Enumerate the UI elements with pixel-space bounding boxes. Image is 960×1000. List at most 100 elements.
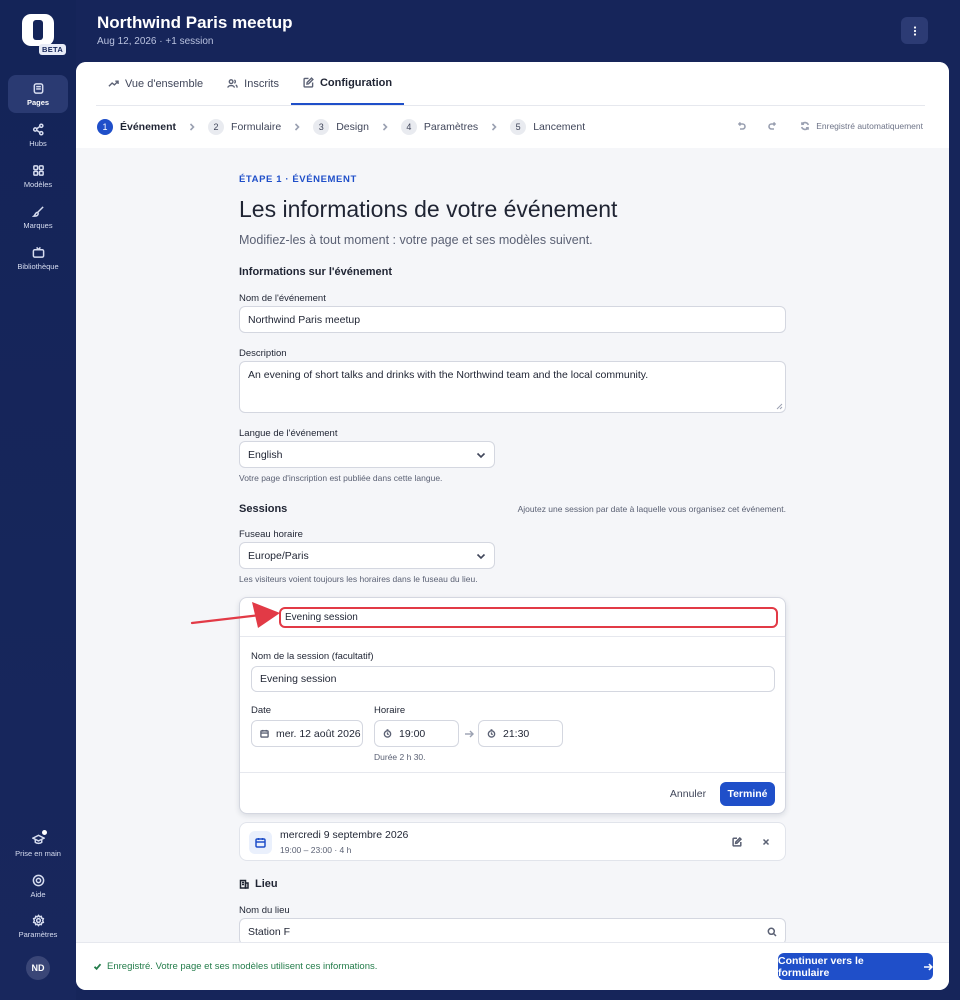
date-value: mer. 12 août 2026: [276, 727, 361, 740]
tab-label: Inscrits: [244, 77, 279, 90]
calendar-icon: [255, 838, 266, 848]
nav-item-hubs[interactable]: Hubs: [8, 116, 68, 154]
page-title: Northwind Paris meetup: [97, 13, 293, 32]
tab-label: Vue d'ensemble: [125, 77, 204, 90]
continue-button[interactable]: Continuer vers le formulaire: [778, 953, 933, 980]
nav-item-marques[interactable]: Marques: [8, 198, 68, 236]
stepper: 1 Événement 2 Formulaire 3 Design 4 Para…: [97, 119, 585, 135]
step-parametres[interactable]: 4 Paramètres: [400, 119, 478, 135]
app-logo[interactable]: [22, 14, 54, 46]
tab-inscrits[interactable]: Inscrits: [215, 62, 291, 105]
session-header-name-value: Evening session: [285, 612, 358, 623]
timezone-select[interactable]: Europe/Paris: [239, 542, 495, 569]
nav-label: Pages: [26, 98, 50, 107]
end-time-value: 21:30: [503, 727, 530, 740]
sessions-title: Sessions: [239, 503, 288, 515]
chevron-right-icon: [478, 123, 510, 131]
duration-text: Durée 2 h 30.: [374, 752, 426, 762]
share-icon: [31, 122, 45, 136]
language-hint: Votre page d'inscription est publiée dan…: [239, 473, 443, 483]
user-avatar[interactable]: ND: [26, 956, 50, 980]
more-vertical-icon: [913, 25, 916, 36]
venue-name-value: Station F: [248, 925, 291, 938]
divider: [240, 636, 785, 637]
venue-section-label: Lieu: [255, 878, 278, 890]
autosave-status: Enregistré automatiquement: [736, 121, 923, 131]
search-icon: [767, 927, 777, 937]
nav-label: Bibliothèque: [17, 262, 59, 271]
start-time-value: 19:00: [399, 727, 426, 740]
language-select[interactable]: English: [239, 441, 495, 468]
language-value: English: [248, 448, 283, 461]
saved-text: Enregistré. Votre page et ses modèles ut…: [107, 961, 378, 972]
brush-icon: [31, 204, 45, 218]
event-name-input[interactable]: Northwind Paris meetup: [239, 306, 786, 333]
nav-item-aide[interactable]: Aide: [8, 867, 68, 905]
step-formulaire[interactable]: 2 Formulaire: [208, 119, 281, 135]
chevron-down-icon: [476, 553, 486, 559]
grid-icon: [31, 163, 45, 177]
step-eyebrow: ÉTAPE 1 · ÉVÉNEMENT: [239, 174, 357, 185]
chevron-down-icon: [476, 452, 486, 458]
event-name-value: Northwind Paris meetup: [248, 313, 361, 326]
description-label: Description: [239, 348, 287, 359]
step-number: 3: [313, 119, 330, 135]
edit-session-button[interactable]: [730, 835, 744, 849]
redo-icon[interactable]: [768, 121, 778, 131]
cancel-button[interactable]: Annuler: [659, 782, 717, 806]
nav-label: Aide: [30, 890, 46, 899]
continue-label: Continuer vers le formulaire: [778, 954, 864, 979]
nav-label: Marques: [23, 221, 53, 230]
session-list-item[interactable]: mercredi 9 septembre 2026 19:00 – 23:00 …: [239, 822, 786, 861]
venue-name-input[interactable]: Station F: [239, 918, 786, 945]
tab-configuration[interactable]: Configuration: [290, 62, 405, 105]
more-options-button[interactable]: [901, 17, 928, 44]
building-icon: [239, 879, 249, 889]
sessions-hint: Ajoutez une session par date à laquelle …: [517, 504, 786, 514]
trend-icon: [108, 80, 119, 87]
nav-item-pages[interactable]: Pages: [8, 75, 68, 113]
session-name-value: Evening session: [260, 673, 337, 685]
resize-handle-icon[interactable]: [776, 403, 783, 410]
sync-icon: [801, 121, 810, 131]
autosave-text: Enregistré automatiquement: [816, 121, 923, 131]
arrow-right-icon: [924, 962, 933, 971]
description-value: An evening of short talks and drinks wit…: [248, 369, 649, 381]
nav-item-prise-en-main[interactable]: Prise en main: [8, 826, 68, 864]
arrow-right-icon: [465, 730, 474, 738]
end-time-input[interactable]: 21:30: [478, 720, 563, 747]
left-rail: BETA Pages Hubs Modèles Marques Biblioth…: [0, 0, 76, 1000]
step-evenement[interactable]: 1 Événement: [97, 119, 176, 135]
nav-item-parametres[interactable]: Paramètres: [8, 907, 68, 945]
start-time-input[interactable]: 19:00: [374, 720, 459, 747]
tab-label: Configuration: [319, 76, 393, 89]
step-lancement[interactable]: 5 Lancement: [510, 119, 585, 135]
edit-icon: [732, 837, 742, 847]
timezone-label: Fuseau horaire: [239, 529, 303, 540]
edit-icon: [303, 77, 314, 88]
page-subtitle: Aug 12, 2026 · +1 session: [97, 36, 214, 47]
clock-icon: [487, 729, 496, 738]
lifebuoy-icon: [31, 873, 45, 887]
nav-item-bibliotheque[interactable]: Bibliothèque: [8, 239, 68, 277]
divider: [240, 772, 785, 773]
step-design[interactable]: 3 Design: [313, 119, 369, 135]
description-textarea[interactable]: An evening of short talks and drinks wit…: [239, 361, 786, 413]
session-header-name-input[interactable]: Evening session: [279, 607, 778, 628]
step-label: Design: [336, 121, 369, 133]
session-name-input[interactable]: Evening session: [251, 666, 775, 692]
nav-item-modeles[interactable]: Modèles: [8, 157, 68, 195]
nav-label: Hubs: [29, 139, 47, 148]
users-icon: [227, 79, 238, 88]
clock-icon: [383, 729, 392, 738]
remove-session-button[interactable]: [759, 835, 773, 849]
tab-vue-ensemble[interactable]: Vue d'ensemble: [96, 62, 215, 105]
footer-bar: Enregistré. Votre page et ses modèles ut…: [76, 942, 949, 990]
event-name-label: Nom de l'événement: [239, 293, 326, 304]
done-button[interactable]: Terminé: [720, 782, 775, 806]
undo-icon[interactable]: [736, 121, 746, 131]
form-lede: Modifiez-les à tout moment : votre page …: [239, 233, 593, 247]
step-label: Lancement: [533, 121, 586, 133]
date-picker[interactable]: mer. 12 août 2026: [251, 720, 363, 747]
main-panel: Vue d'ensemble Inscrits Configuration 1 …: [76, 62, 949, 990]
